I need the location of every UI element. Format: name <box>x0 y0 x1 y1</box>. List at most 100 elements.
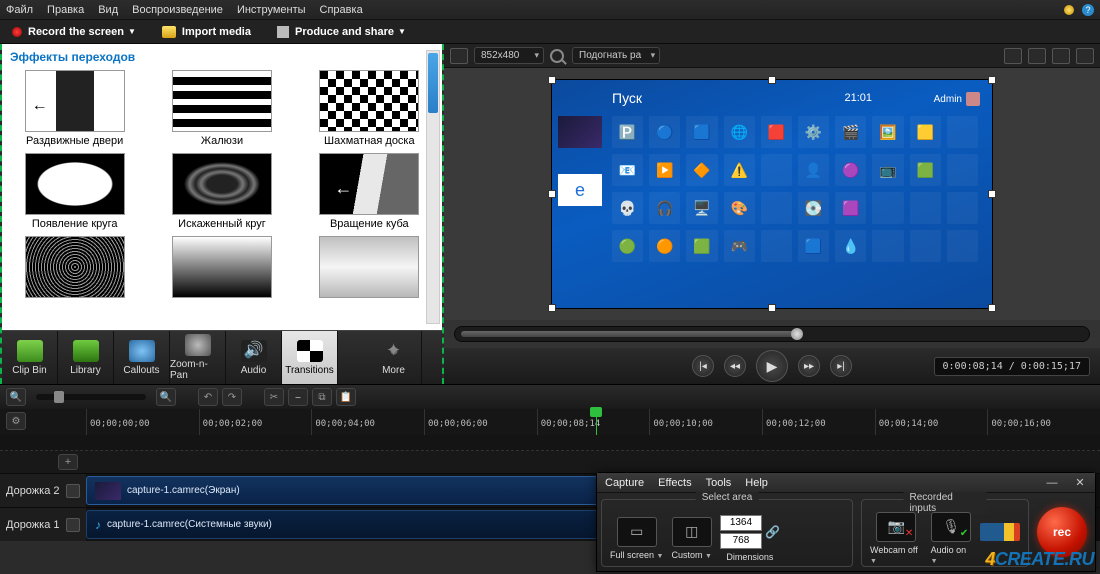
transitions-panel: Эффекты переходов ←→Раздвижные двери Жал… <box>2 44 442 330</box>
transitions-scrollbar[interactable] <box>426 50 440 324</box>
lock-icon[interactable] <box>66 518 80 532</box>
start-tile: 🟠 <box>649 230 680 262</box>
cut-button[interactable]: ✂ <box>264 388 284 406</box>
import-media-button[interactable]: Import media <box>156 24 257 40</box>
play-button[interactable]: ▶ <box>756 350 788 382</box>
help-icon[interactable]: ? <box>1082 4 1094 16</box>
transport-controls: |◂ ◂◂ ▶ ▸▸ ▸| 0:00:08;14 / 0:00:15;17 <box>444 348 1100 384</box>
start-tile: 🎮 <box>724 230 755 262</box>
ruler-tick: 00;00;14;00 <box>875 409 988 435</box>
next-frame-button[interactable]: ▸| <box>830 355 852 377</box>
paste-button[interactable]: 📋 <box>336 388 356 406</box>
recorder-menu-help[interactable]: Help <box>745 477 768 489</box>
start-tile <box>947 154 978 186</box>
audio-clip[interactable]: ♪capture-1.camrec(Системные звуки) <box>86 510 646 539</box>
menu-file[interactable]: Файл <box>6 4 33 16</box>
zoom-out-button[interactable]: 🔍 <box>6 388 26 406</box>
video-clip[interactable]: capture-1.camrec(Экран) <box>86 476 646 505</box>
undo-button[interactable]: ↶ <box>198 388 218 406</box>
fit-dropdown[interactable]: Подогнать ра <box>572 47 660 64</box>
forward-button[interactable]: ▸▸ <box>798 355 820 377</box>
watermark: 4CREATE.RU <box>985 549 1094 570</box>
split-button[interactable]: ⎯ <box>288 388 308 406</box>
height-input[interactable] <box>720 533 762 549</box>
detach-button[interactable] <box>1052 48 1070 64</box>
width-input[interactable] <box>720 515 762 531</box>
menu-playback[interactable]: Воспроизведение <box>132 4 223 16</box>
recorder-minimize-button[interactable]: — <box>1045 477 1059 489</box>
shrink-button[interactable] <box>450 48 468 64</box>
start-tile: 📧 <box>612 154 643 186</box>
recorder-close-button[interactable]: ✕ <box>1073 476 1087 489</box>
fullscreen-option[interactable]: ▭Full screen ▼ <box>610 517 663 560</box>
zoom-in-button[interactable]: 🔍 <box>156 388 176 406</box>
transition-cube-rotate[interactable]: ←Вращение куба <box>305 153 434 230</box>
start-label: Пуск <box>612 90 642 106</box>
recorder-menu-effects[interactable]: Effects <box>658 477 691 489</box>
start-tile: 🎬 <box>835 116 866 148</box>
recorder-menu-capture[interactable]: Capture <box>605 477 644 489</box>
menu-help[interactable]: Справка <box>320 4 363 16</box>
pan-button[interactable] <box>1028 48 1046 64</box>
audio-toggle[interactable]: 🎙✔Audio on ▼ <box>931 512 972 565</box>
copy-button[interactable]: ⧉ <box>312 388 332 406</box>
menu-edit[interactable]: Правка <box>47 4 84 16</box>
timeline-settings-button[interactable]: ⚙ <box>6 412 26 430</box>
tab-audio[interactable]: Audio <box>226 331 282 384</box>
recorder-menu-tools[interactable]: Tools <box>706 477 732 489</box>
add-track-button[interactable]: + <box>58 454 78 470</box>
lock-aspect-icon[interactable]: 🔗 <box>765 525 780 539</box>
select-area-group: Select area ▭Full screen ▼ ◫Custom ▼ 🔗 D… <box>601 499 853 567</box>
start-tile <box>910 230 941 262</box>
tab-zoom-pan[interactable]: Zoom-n-Pan <box>170 331 226 384</box>
dimensions-option: 🔗 Dimensions <box>720 515 780 562</box>
record-screen-button[interactable]: Record the screen▼ <box>6 24 142 40</box>
custom-option[interactable]: ◫Custom ▼ <box>671 517 711 560</box>
redo-button[interactable]: ↷ <box>222 388 242 406</box>
menu-tools[interactable]: Инструменты <box>237 4 306 16</box>
transition-glow[interactable] <box>305 236 434 301</box>
ruler-tick: 00;00;00;00 <box>86 409 199 435</box>
start-tile: 🟣 <box>835 154 866 186</box>
timeline-ruler[interactable]: ⚙ 00;00;00;00 00;00;02;00 00;00;04;00 00… <box>0 409 1100 435</box>
tab-library[interactable]: Library <box>58 331 114 384</box>
transition-circle-reveal[interactable]: Появление круга <box>10 153 139 230</box>
ruler-tick: 00;00;04;00 <box>311 409 424 435</box>
zoom-slider[interactable] <box>36 394 146 400</box>
transition-circle-stretch[interactable]: Искаженный круг <box>157 153 286 230</box>
menu-view[interactable]: Вид <box>98 4 118 16</box>
tab-more[interactable]: ✦More <box>366 331 422 384</box>
tab-clip-bin[interactable]: Clip Bin <box>2 331 58 384</box>
preview-canvas[interactable]: e Пуск 21:01 Admin 🅿️🔵🟦🌐🟥⚙️🎬🖼️🟨📧▶️🔶⚠️👤🟣📺… <box>552 80 992 308</box>
library-icon <box>73 340 99 362</box>
lock-icon[interactable] <box>66 484 80 498</box>
desktop-tile-icon <box>558 116 602 148</box>
tip-icon[interactable] <box>1064 5 1074 15</box>
resolution-dropdown[interactable]: 852x480 <box>474 47 544 64</box>
transitions-icon <box>297 340 323 362</box>
transition-noise[interactable] <box>10 236 139 301</box>
transition-fade[interactable] <box>157 236 286 301</box>
fullscreen-button[interactable] <box>1076 48 1094 64</box>
tab-callouts[interactable]: Callouts <box>114 331 170 384</box>
prev-frame-button[interactable]: |◂ <box>692 355 714 377</box>
start-tile: 💧 <box>835 230 866 262</box>
preview-seekbar[interactable] <box>454 326 1090 342</box>
transitions-title: Эффекты переходов <box>10 50 434 64</box>
crop-button[interactable] <box>1004 48 1022 64</box>
transition-sliding-doors[interactable]: ←→Раздвижные двери <box>10 70 139 147</box>
callouts-icon <box>129 340 155 362</box>
action-bar: Record the screen▼ Import media Produce … <box>0 20 1100 44</box>
start-tile: 🖥️ <box>686 192 717 224</box>
transition-checkerboard[interactable]: Шахматная доска <box>305 70 434 147</box>
import-label: Import media <box>182 26 251 38</box>
webcam-toggle[interactable]: 📷✕Webcam off ▼ <box>870 512 923 565</box>
marker-row[interactable] <box>0 435 1100 451</box>
start-tile: 🎧 <box>649 192 680 224</box>
produce-share-button[interactable]: Produce and share▼ <box>271 24 412 40</box>
rewind-button[interactable]: ◂◂ <box>724 355 746 377</box>
transition-blinds[interactable]: Жалюзи <box>157 70 286 147</box>
share-icon <box>277 26 289 38</box>
tab-transitions[interactable]: Transitions <box>282 331 338 384</box>
start-tile: 🟦 <box>686 116 717 148</box>
